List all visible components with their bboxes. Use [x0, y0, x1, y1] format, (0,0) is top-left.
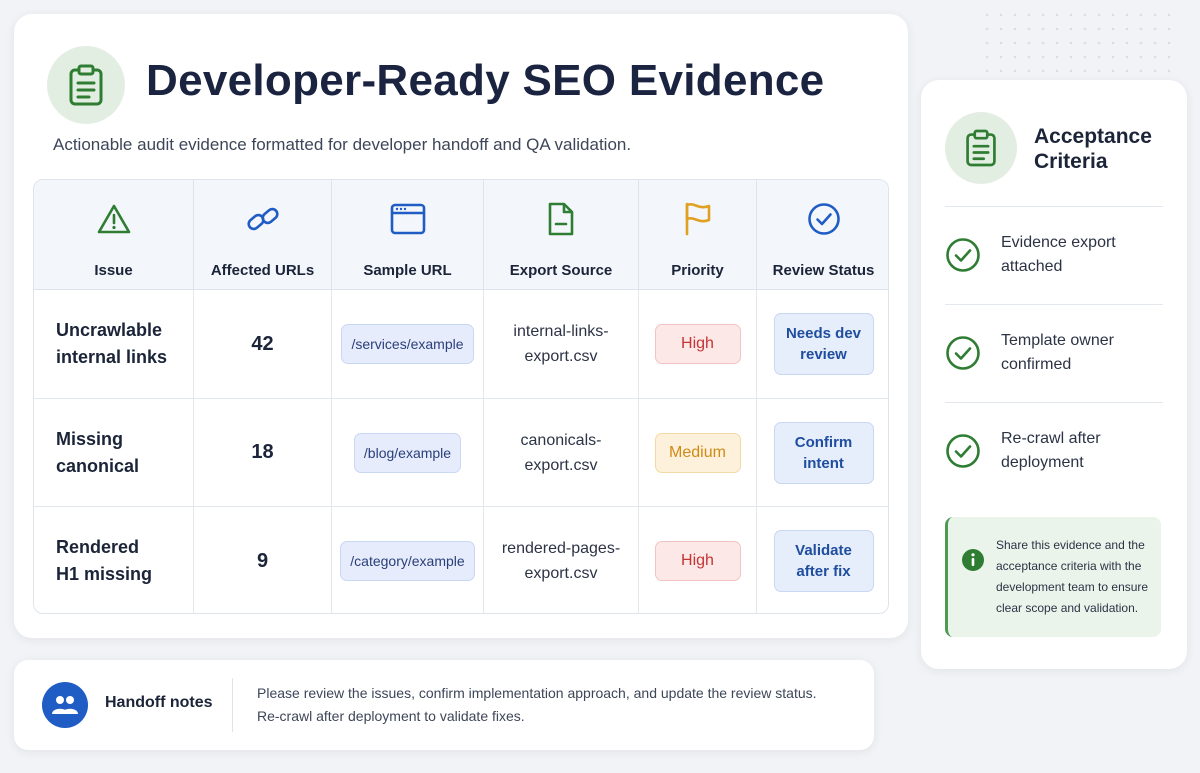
check-circle-icon: [945, 335, 981, 371]
check-circle-icon: [945, 433, 981, 469]
review-status-cell: Confirm intent: [757, 399, 888, 506]
export-source[interactable]: rendered-pages-export.csv: [484, 507, 639, 613]
users-icon: [42, 682, 88, 728]
priority-cell: Medium: [639, 399, 757, 506]
table-row: Uncrawlable internal links 42 /services/e…: [34, 290, 888, 399]
info-text: Share this evidence and the acceptance c…: [996, 538, 1149, 615]
review-status-button[interactable]: Needs dev review: [773, 313, 874, 375]
issue-cell: Uncrawlable internal links: [34, 290, 194, 398]
handoff-notes-text: Please review the issues, confirm implem…: [257, 685, 817, 724]
handoff-notes-label: Handoff notes: [105, 694, 213, 711]
priority-cell: High: [639, 290, 757, 398]
affected-urls-count: 18: [194, 399, 332, 506]
column-header-affected-urls: Affected URLs: [194, 180, 332, 290]
review-status-cell: Needs dev review: [757, 290, 888, 398]
acceptance-criteria-card: Acceptance Criteria Evidence export attac…: [921, 80, 1187, 669]
affected-urls-count: 9: [194, 507, 332, 613]
export-source[interactable]: internal-links-export.csv: [484, 290, 639, 398]
review-status-button[interactable]: Validate after fix: [773, 530, 874, 592]
affected-urls-count: 42: [194, 290, 332, 398]
sample-url-cell: /category/example: [332, 507, 484, 613]
divider: [945, 304, 1163, 305]
criteria-item: Re-crawl after deployment: [945, 421, 1177, 481]
column-header-priority: Priority: [639, 180, 757, 290]
issue-cell: Missing canonical: [34, 399, 194, 506]
sample-url-link[interactable]: /services/example: [341, 324, 474, 364]
column-header-export-source: Export Source: [484, 180, 639, 290]
flag-icon: [682, 202, 714, 236]
table-row: Rendered H1 missing 9 /category/example r…: [34, 507, 888, 613]
priority-cell: High: [639, 507, 757, 613]
info-callout: Share this evidence and the acceptance c…: [945, 517, 1161, 637]
priority-badge: High: [654, 541, 741, 581]
decorative-dots: [980, 8, 1180, 78]
criteria-item: Evidence export attached: [945, 225, 1177, 285]
link-icon: [245, 202, 281, 236]
evidence-card: Developer-Ready SEO Evidence Actionable …: [14, 14, 908, 638]
table-header: Issue Affected URLs Sample URL Export So…: [34, 180, 888, 290]
warning-triangle-icon: [96, 202, 132, 236]
info-icon: [962, 549, 984, 576]
divider: [232, 678, 233, 732]
page-subtitle: Actionable audit evidence formatted for …: [53, 135, 632, 154]
column-header-sample-url: Sample URL: [332, 180, 484, 290]
issue-cell: Rendered H1 missing: [34, 507, 194, 613]
priority-badge: Medium: [654, 432, 741, 473]
handoff-notes-card: Handoff notes Please review the issues, …: [14, 660, 874, 750]
clipboard-icon: [945, 112, 1017, 184]
column-header-review-status: Review Status: [757, 180, 888, 290]
priority-badge: High: [654, 324, 741, 364]
check-circle-icon: [807, 202, 841, 236]
browser-window-icon: [390, 202, 426, 236]
divider: [945, 402, 1163, 403]
sample-url-link[interactable]: /blog/example: [353, 432, 462, 473]
sample-url-link[interactable]: /category/example: [340, 541, 475, 581]
criteria-item: Template owner confirmed: [945, 323, 1177, 383]
review-status-cell: Validate after fix: [757, 507, 888, 613]
acceptance-criteria-title: Acceptance Criteria: [1034, 125, 1152, 173]
review-status-button[interactable]: Confirm intent: [773, 421, 874, 484]
divider: [945, 206, 1163, 207]
check-circle-icon: [945, 237, 981, 273]
page-title: Developer-Ready SEO Evidence: [146, 56, 825, 105]
column-header-issue: Issue: [34, 180, 194, 290]
sample-url-cell: /blog/example: [332, 399, 484, 506]
clipboard-icon: [47, 46, 125, 124]
document-icon: [546, 202, 576, 236]
sample-url-cell: /services/example: [332, 290, 484, 398]
export-source[interactable]: canonicals-export.csv: [484, 399, 639, 506]
evidence-table: Issue Affected URLs Sample URL Export So…: [33, 179, 889, 614]
table-row: Missing canonical 18 /blog/example canoni…: [34, 399, 888, 507]
